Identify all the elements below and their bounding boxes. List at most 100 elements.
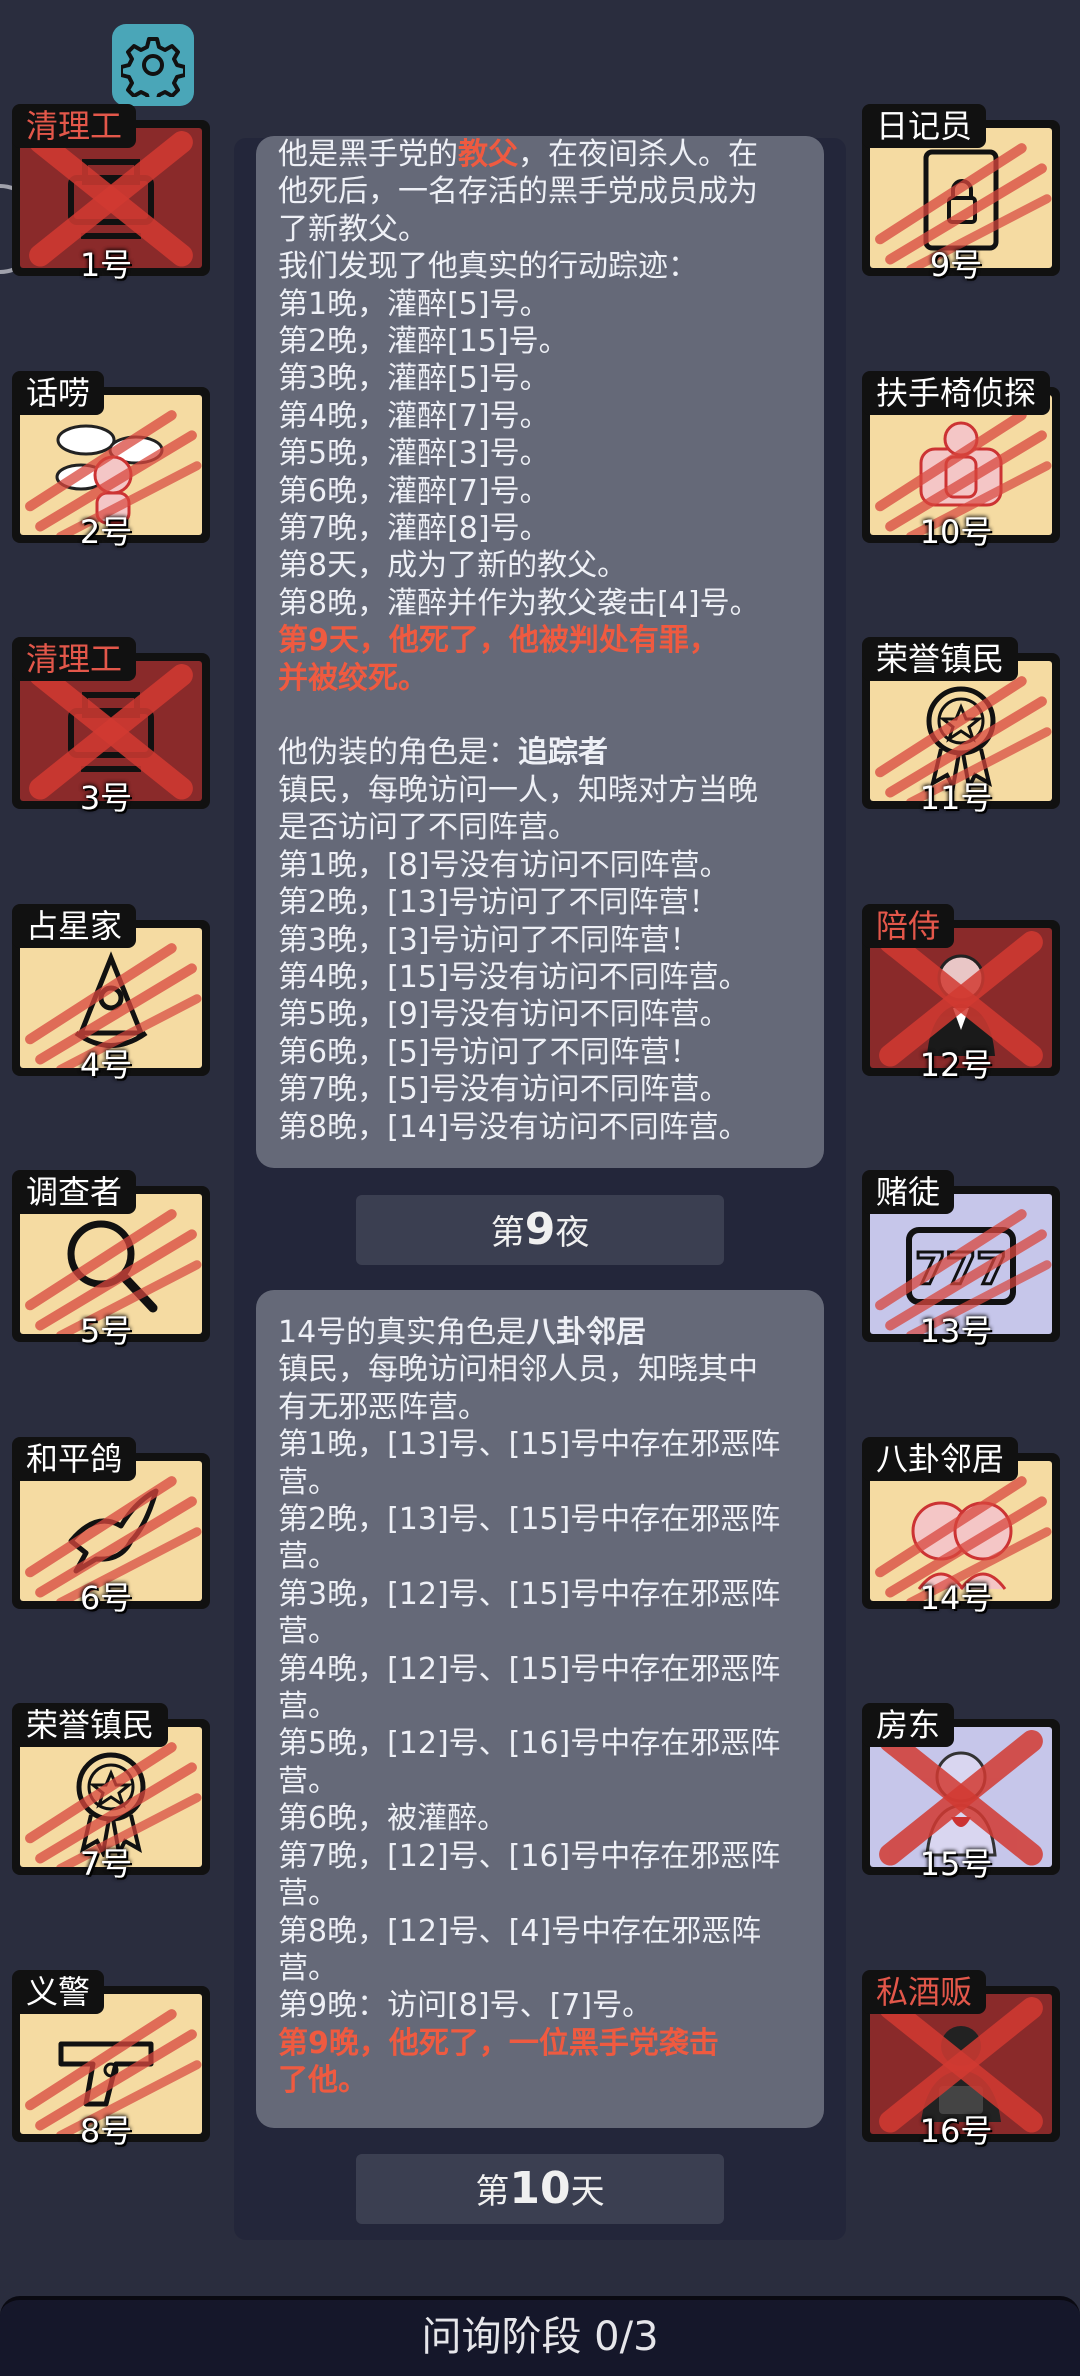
log-text: 第6晚，被灌醉。 [278,1801,508,1837]
log-text: 第4晚，[12]号、[15]号中存在邪恶阵 [278,1651,781,1687]
log-text: 营。 [278,1464,338,1500]
log-line: 第4晚，[12]号、[15]号中存在邪恶阵 [278,1651,802,1688]
player-card[interactable]: 荣誉镇民 7号 [4,1669,210,1883]
log-text: 14号的真实角色是 [278,1315,527,1350]
night-prefix: 第 [490,1213,525,1253]
player-card[interactable]: 调查者 5号 [4,1136,210,1350]
log-text: 第5晚，灌醉[3]号。 [278,436,550,472]
log-line: 第1晚，[13]号、[15]号中存在邪恶阵 [278,1426,802,1463]
player-card[interactable]: 占星家 4号 [4,870,210,1084]
player-card[interactable]: 和平鸽 6号 [4,1403,210,1617]
log-line: 第5晚，[12]号、[16]号中存在邪恶阵 [278,1725,802,1762]
player-number: 6号 [79,1578,133,1617]
log-line: 营。 [278,1950,802,1987]
day-number: 10 [509,2163,571,2214]
log-highlight: 第9晚，他死了，一位黑手党袭击 [278,2025,719,2061]
log-line: 第7晚，灌醉[8]号。 [278,510,802,547]
log-line: 第6晚，[5]号访问了不同阵营！ [278,1034,802,1071]
log-text: 第2晚，[13]号、[15]号中存在邪恶阵 [278,1502,781,1538]
player-role-label: 占星家 [12,903,137,948]
player-role-label: 房东 [862,1703,955,1747]
log-entry-gossip-neighbor: 14号的真实角色是八卦邻居 镇民，每晚访问相邻人员，知晓其中 有无邪恶阵营。 第1晚，… [256,1290,824,2128]
log-line: 营。 [278,1538,802,1575]
log-line: 镇民，每晚访问一人，知晓对方当晚 [278,772,802,809]
log-text: 第8晚，[12]号、[4]号中存在邪恶阵 [278,1913,762,1949]
log-text: 第7晚，灌醉[8]号。 [278,511,550,547]
day-prefix: 第 [475,2172,510,2212]
log-line: 营。 [278,1464,802,1501]
player-card[interactable]: 私酒贩 16号 [854,1936,1060,2150]
player-number: 13号 [919,1312,993,1350]
log-line: 第8天，成为了新的教父。 [278,547,802,584]
log-line: 第7晚，[12]号、[16]号中存在邪恶阵 [278,1838,802,1875]
player-card[interactable]: 八卦邻居 14号 [854,1403,1060,1617]
day-suffix: 天 [570,2172,605,2212]
player-role-label: 清理工 [12,104,137,148]
player-card[interactable]: 清理工 1号 [4,70,210,284]
log-line: 第5晚，灌醉[3]号。 [278,435,802,472]
log-line: 第9晚：访问[8]号、[7]号。 [278,1987,802,2024]
log-line: 第1晚，[8]号没有访问不同阵营。 [278,847,802,884]
player-card[interactable]: 扶手椅侦探 10号 [854,337,1060,551]
player-role-label: 话唠 [12,370,105,415]
log-text: 第3晚，灌醉[5]号。 [278,361,550,397]
log-line: 第2晚，[13]号、[15]号中存在邪恶阵 [278,1501,802,1538]
log-text: 他伪装的角色是： [278,735,518,771]
log-text: 营。 [278,1950,338,1986]
log-line: 第8晚，[12]号、[4]号中存在邪恶阵 [278,1913,802,1950]
log-text: 第8晚，灌醉并作为教父袭击[4]号。 [278,585,760,621]
log-line: 第3晚，灌醉[5]号。 [278,360,802,397]
log-line: 14号的真实角色是八卦邻居 [278,1314,802,1351]
player-number: 12号 [919,1045,993,1084]
log-highlight: 并被绞死。 [278,660,428,696]
player-card[interactable]: 房东 15号 [854,1669,1060,1883]
log-line: 是否访问了不同阵营。 [278,809,802,846]
player-role-label: 荣誉镇民 [862,637,1019,681]
player-role-label: 和平鸽 [12,1436,137,1481]
player-role-label: 义警 [12,1969,105,2014]
player-card[interactable]: 荣誉镇民 11号 [854,603,1060,817]
player-role-label: 赌徒 [862,1170,955,1214]
log-text: 了新教父。 [278,211,428,247]
log-text: 我们发现了他真实的行动踪迹： [278,249,698,285]
player-card[interactable]: 义警 8号 [4,1936,210,2150]
log-line: 第9晚，他死了，一位黑手党袭击 [278,2025,802,2062]
log-line: 了新教父。 [278,211,802,248]
log-text: 营。 [278,1876,338,1912]
log-line: 第4晚，[15]号没有访问不同阵营。 [278,959,802,996]
log-text: 营。 [278,1689,338,1725]
log-line: 我们发现了他真实的行动踪迹： [278,248,802,285]
log-text: 第8天，成为了新的教父。 [278,548,628,584]
log-text: 营。 [278,1614,338,1650]
log-text: 第6晚，灌醉[7]号。 [278,473,550,509]
player-card[interactable]: 陪侍 12号 [854,870,1060,1084]
player-number: 16号 [919,2111,993,2150]
log-text: ，在夜间杀人。在 [518,137,758,172]
log-text: 第1晚，[8]号没有访问不同阵营。 [278,847,730,883]
log-line: 第4晚，灌醉[7]号。 [278,398,802,435]
log-text: 他死后，一名存活的黑手党成员成为 [278,174,758,210]
player-number: 2号 [79,512,133,551]
log-highlight: 教父 [458,137,518,172]
log-text: 第1晚，[13]号、[15]号中存在邪恶阵 [278,1427,781,1463]
log-text: 第2晚，[13]号访问了不同阵营！ [278,885,719,921]
log-text: 第5晚，[12]号、[16]号中存在邪恶阵 [278,1726,781,1762]
log-line: 营。 [278,1763,802,1800]
log-line: 第3晚，[3]号访问了不同阵营！ [278,922,802,959]
log-line: 他伪装的角色是：追踪者 [278,734,802,771]
log-text: 第1晚，灌醉[5]号。 [278,286,550,322]
player-role-label: 日记员 [862,104,987,148]
log-line: 第1晚，灌醉[5]号。 [278,286,802,323]
inquiry-phase-label: 问询阶段 0/3 [421,2314,659,2360]
log-line: 第8晚，灌醉并作为教父袭击[4]号。 [278,585,802,622]
player-card[interactable]: 日记员 9号 [854,70,1060,284]
player-card[interactable]: 777 赌徒 13号 [854,1136,1060,1350]
log-line: 第6晚，灌醉[7]号。 [278,473,802,510]
player-card[interactable]: 清理工 3号 [4,603,210,817]
player-card[interactable]: 话唠 2号 [4,337,210,551]
inquiry-phase-bar[interactable]: 问询阶段 0/3 [0,2296,1080,2376]
log-text: 营。 [278,1763,338,1799]
night-divider: 第9夜 [356,1195,724,1265]
log-text: 第8晚，[14]号没有访问不同阵营。 [278,1109,749,1145]
